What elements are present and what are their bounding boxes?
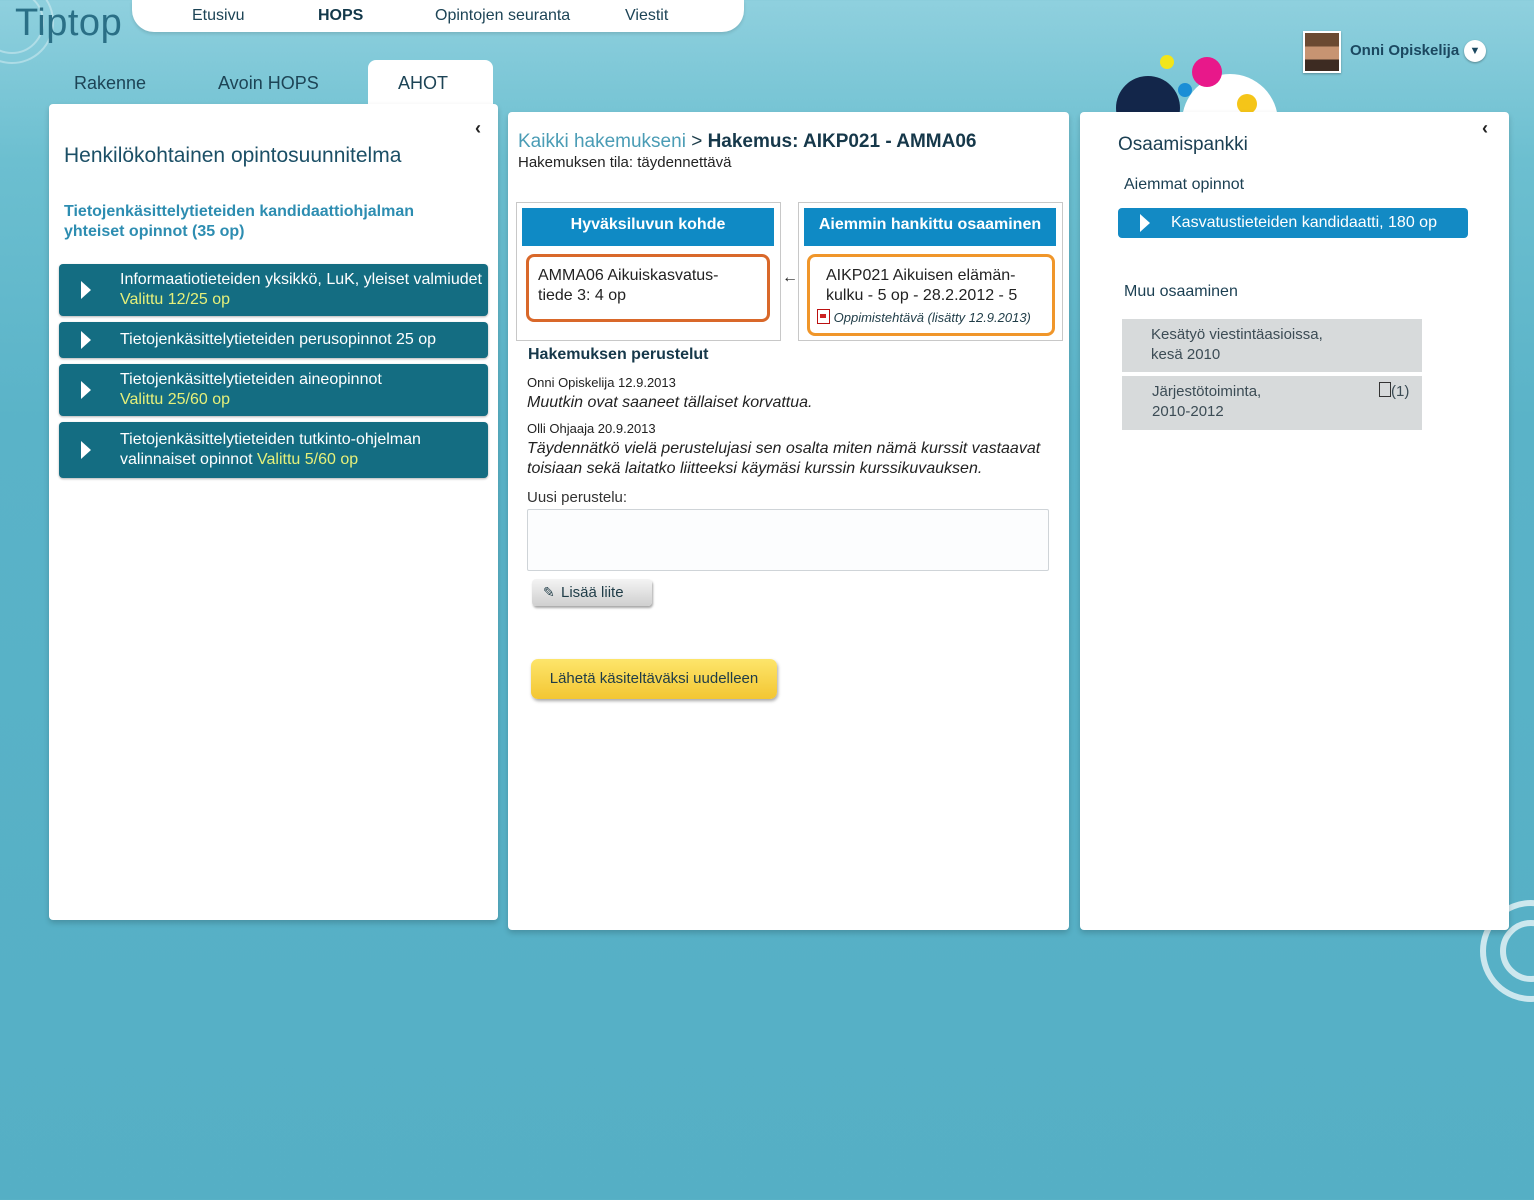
course-name-cont: valinnaiset opinnot xyxy=(120,451,253,468)
course-item[interactable]: Tietojenkäsittelytieteiden perusopinnot … xyxy=(59,322,488,358)
application-panel: Kaikki hakemukseni > Hakemus: AIKP021 - … xyxy=(508,112,1069,930)
attachment-name: Oppimistehtävä (lisätty 12.9.2013) xyxy=(833,310,1031,325)
tab-ahot[interactable]: AHOT xyxy=(398,73,448,94)
collapse-left-icon[interactable]: ‹ xyxy=(475,118,481,139)
other-skill-item[interactable]: Järjestötoiminta, 2010-2012 (1) xyxy=(1122,376,1422,430)
add-attachment-button[interactable]: ✎ Lisää liite xyxy=(532,579,652,606)
skills-bank-panel: ‹ Osaamispankki Aiemmat opinnot Kasvatus… xyxy=(1080,112,1509,930)
user-name[interactable]: Onni Opiskelija xyxy=(1350,42,1459,59)
course-item[interactable]: Tietojenkäsittelytieteiden tutkinto-ohje… xyxy=(59,422,488,478)
attachment-count-label: (1) xyxy=(1391,383,1410,400)
prior-course-card[interactable]: AIKP021 Aikuisen elämän- kulku - 5 op - … xyxy=(807,254,1055,336)
tab-rakenne[interactable]: Rakenne xyxy=(74,73,146,94)
expand-icon xyxy=(81,331,91,349)
comment-text: Muutkin ovat saaneet tällaiset korvattua… xyxy=(527,394,813,411)
comment-author: Onni Opiskelija 12.9.2013 xyxy=(527,375,676,390)
prior-course-line2: kulku - 5 op - 28.2.2012 - 5 xyxy=(826,287,1018,304)
nav-etusivu[interactable]: Etusivu xyxy=(192,7,244,25)
top-navigation: Etusivu HOPS Opintojen seuranta Viestit xyxy=(132,0,744,32)
new-justification-label: Uusi perustelu: xyxy=(527,489,628,506)
breadcrumb-current: Hakemus: AIKP021 - AMMA06 xyxy=(707,131,977,152)
comment-author: Olli Ohjaaja 20.9.2013 xyxy=(527,421,656,436)
target-heading: Hyväksiluvun kohde xyxy=(522,208,774,246)
course-status: Valittu 25/60 op xyxy=(120,391,231,408)
other-skill-line1: Järjestötoiminta, xyxy=(1152,383,1262,400)
course-name: Tietojenkäsittelytieteiden perusopinnot … xyxy=(120,331,437,348)
avatar[interactable] xyxy=(1303,31,1341,73)
application-state: Hakemuksen tila: täydennettävä xyxy=(518,154,732,171)
decor-dots xyxy=(1116,55,1278,120)
expand-icon xyxy=(81,441,91,459)
other-skill-line2: kesä 2010 xyxy=(1151,346,1221,363)
target-course-line2: tiede 3: 4 op xyxy=(538,287,627,304)
course-item[interactable]: Informaatiotieteiden yksikkö, LuK, yleis… xyxy=(59,264,488,316)
app-logo[interactable]: Tiptop xyxy=(15,2,122,45)
expand-icon xyxy=(81,381,91,399)
add-attachment-label: Lisää liite xyxy=(561,584,624,601)
target-box: Hyväksiluvun kohde AMMA06 Aikuiskasvatus… xyxy=(516,202,781,341)
breadcrumb-all-applications[interactable]: Kaikki hakemukseni xyxy=(518,131,686,152)
nav-viestit[interactable]: Viestit xyxy=(625,7,668,25)
target-course-line1: AMMA06 Aikuiskasvatus- xyxy=(538,267,719,284)
chevron-down-icon[interactable]: ▼ xyxy=(1464,40,1486,62)
other-skills-heading: Muu osaaminen xyxy=(1124,283,1238,300)
pdf-icon xyxy=(817,309,830,324)
prior-study-item[interactable]: Kasvatustieteiden kandidaatti, 180 op xyxy=(1118,208,1468,238)
comment-text: Täydennätkö vielä perustelujasi sen osal… xyxy=(527,440,1041,477)
resubmit-button[interactable]: Lähetä käsiteltäväksi uudelleen xyxy=(531,659,777,699)
arrow-left-icon: ← xyxy=(782,269,798,286)
prior-box: Aiemmin hankittu osaaminen AIKP021 Aikui… xyxy=(798,202,1063,341)
paperclip-icon: ✎ xyxy=(543,584,555,600)
course-status: Valittu 5/60 op xyxy=(257,451,359,468)
file-icon xyxy=(1379,382,1391,397)
new-justification-input[interactable] xyxy=(527,509,1049,571)
target-course-card[interactable]: AMMA06 Aikuiskasvatus- tiede 3: 4 op xyxy=(526,254,770,322)
hops-panel: ‹ Henkilökohtainen opintosuunnitelma Tie… xyxy=(49,104,498,920)
program-title: Tietojenkäsittelytieteiden kandidaattioh… xyxy=(64,203,415,240)
nav-opintojen-seuranta[interactable]: Opintojen seuranta xyxy=(435,7,570,25)
tab-avoin-hops[interactable]: Avoin HOPS xyxy=(218,73,319,94)
prior-studies-heading: Aiemmat opinnot xyxy=(1124,176,1245,193)
course-item[interactable]: Tietojenkäsittelytieteiden aineopinnot V… xyxy=(59,364,488,416)
prior-study-label: Kasvatustieteiden kandidaatti, 180 op xyxy=(1171,214,1437,231)
course-name: Tietojenkäsittelytieteiden tutkinto-ohje… xyxy=(120,431,421,448)
breadcrumb: Kaikki hakemukseni > Hakemus: AIKP021 - … xyxy=(518,131,976,153)
collapse-right-icon[interactable]: ‹ xyxy=(1482,118,1488,139)
other-skill-line1: Kesätyö viestintäasioissa, xyxy=(1151,326,1323,343)
other-skill-item[interactable]: Kesätyö viestintäasioissa, kesä 2010 xyxy=(1122,319,1422,372)
attachment-count[interactable]: (1) xyxy=(1379,382,1409,402)
course-status: Valittu 12/25 op xyxy=(120,291,231,308)
panel-title: Osaamispankki xyxy=(1118,134,1248,155)
justifications-title: Hakemuksen perustelut xyxy=(528,346,709,363)
panel-title: Henkilökohtainen opintosuunnitelma xyxy=(64,144,402,167)
other-skill-line2: 2010-2012 xyxy=(1152,403,1224,420)
breadcrumb-separator: > xyxy=(685,131,708,152)
prior-heading: Aiemmin hankittu osaaminen xyxy=(804,208,1056,246)
nav-hops[interactable]: HOPS xyxy=(318,7,363,25)
attachment-link[interactable]: Oppimistehtävä (lisätty 12.9.2013) xyxy=(817,308,1031,328)
expand-icon xyxy=(1140,214,1150,232)
course-name: Tietojenkäsittelytieteiden aineopinnot xyxy=(120,371,382,388)
expand-icon xyxy=(81,281,91,299)
prior-course-line1: AIKP021 Aikuisen elämän- xyxy=(826,267,1016,284)
course-name: Informaatiotieteiden yksikkö, LuK, yleis… xyxy=(120,271,482,288)
